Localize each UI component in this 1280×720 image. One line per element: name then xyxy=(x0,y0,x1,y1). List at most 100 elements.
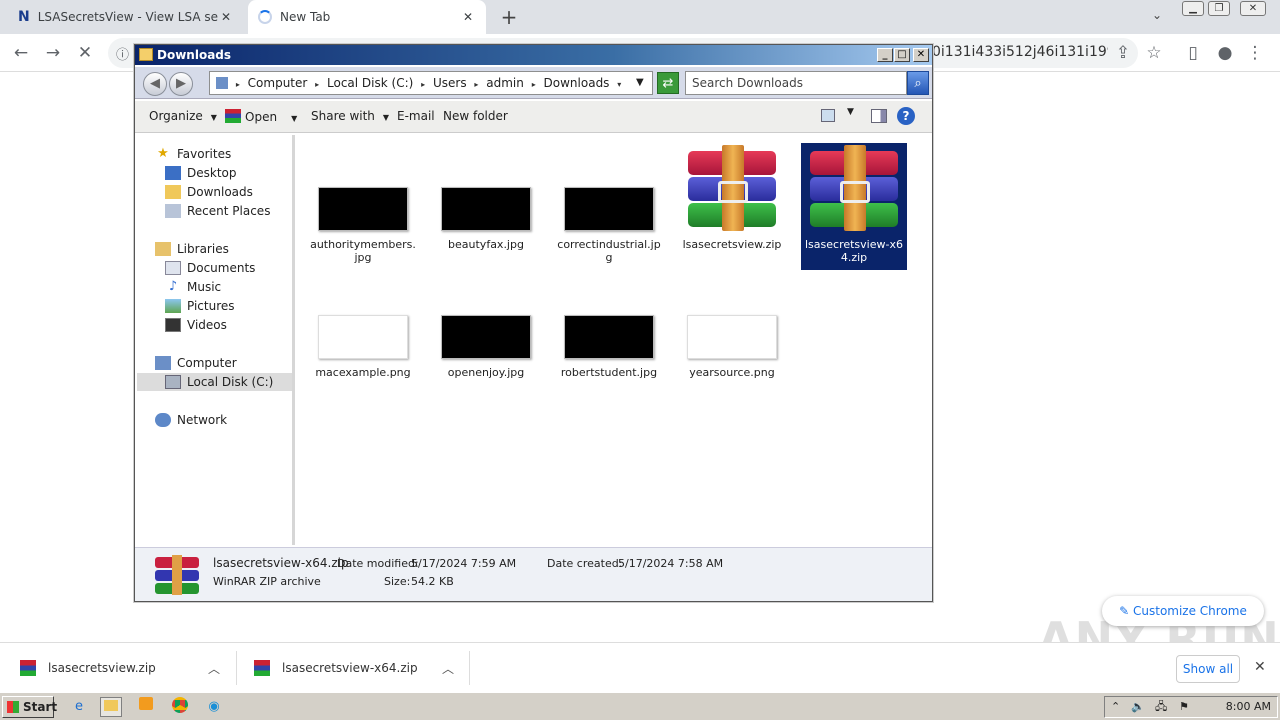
breadcrumb-computer[interactable]: Computer xyxy=(248,76,308,90)
minimize-window-button[interactable]: ▁ xyxy=(1182,1,1204,16)
file-item[interactable]: correctindustrial.jpg xyxy=(554,187,664,265)
tab-new-tab[interactable]: New Tab ✕ xyxy=(248,0,486,34)
chevron-right-icon[interactable]: ▸ xyxy=(421,80,425,89)
preview-pane-icon[interactable] xyxy=(871,109,887,123)
close-button[interactable]: ✕ xyxy=(913,48,929,62)
address-bar[interactable]: ▸ Computer ▸ Local Disk (C:) ▸ Users ▸ a… xyxy=(209,71,653,95)
explorer-title-bar[interactable]: Downloads _ □ ✕ xyxy=(135,45,932,65)
email-button[interactable]: E-mail xyxy=(397,109,435,123)
image-thumbnail xyxy=(441,187,531,231)
help-icon[interactable]: ? xyxy=(897,107,915,125)
file-item[interactable]: lsasecretsview.zip xyxy=(677,145,787,252)
close-downloads-bar-icon[interactable]: ✕ xyxy=(1254,659,1266,675)
internet-explorer-icon[interactable]: e xyxy=(68,697,90,717)
open-button[interactable]: Open ▼ xyxy=(225,109,297,124)
nav-favorites[interactable]: ★ Favorites xyxy=(155,145,231,163)
close-window-button[interactable]: ✕ xyxy=(1240,1,1266,16)
forward-icon[interactable]: → xyxy=(42,42,64,64)
nav-libraries[interactable]: Libraries xyxy=(155,240,229,258)
restore-window-button[interactable]: ❐ xyxy=(1208,1,1230,16)
system-tray: ⌃ 🔈 🖧 ⚑ 8:00 AM xyxy=(1104,696,1278,718)
chevron-up-icon[interactable]: ︿ xyxy=(442,660,454,677)
winrar-icon xyxy=(20,660,36,676)
detail-modified-label: Date modified: xyxy=(337,557,419,570)
show-hidden-icons-icon[interactable]: ⌃ xyxy=(1111,697,1120,717)
file-item[interactable]: openenjoy.jpg xyxy=(431,315,541,380)
customize-chrome-button[interactable]: ✎ Customize Chrome xyxy=(1102,596,1264,626)
side-panel-icon[interactable]: ▯ xyxy=(1182,42,1204,64)
nav-local-disk[interactable]: Local Disk (C:) xyxy=(137,373,292,391)
nav-computer[interactable]: Computer xyxy=(155,354,237,372)
show-all-downloads-button[interactable]: Show all xyxy=(1176,655,1240,683)
stop-loading-icon[interactable]: ✕ xyxy=(74,42,96,64)
chevron-down-icon[interactable]: ▼ xyxy=(847,107,854,117)
chevron-right-icon[interactable]: ▸ xyxy=(315,80,319,89)
bookmark-star-icon[interactable]: ☆ xyxy=(1143,42,1165,64)
divider xyxy=(236,651,237,685)
back-button[interactable]: ◀ xyxy=(143,72,167,96)
breadcrumb-users[interactable]: Users xyxy=(433,76,467,90)
maximize-button[interactable]: □ xyxy=(894,48,910,62)
chevron-up-icon[interactable]: ︿ xyxy=(208,660,220,677)
nav-recent-places[interactable]: Recent Places xyxy=(165,202,270,220)
explorer-taskbar-icon[interactable] xyxy=(100,697,122,717)
chevron-right-icon[interactable]: ▸ xyxy=(532,80,536,89)
nav-desktop[interactable]: Desktop xyxy=(165,164,237,182)
file-item[interactable]: robertstudent.jpg xyxy=(554,315,664,380)
chevron-down-icon[interactable]: ▾ xyxy=(617,80,621,89)
nav-videos[interactable]: Videos xyxy=(165,316,227,334)
organize-button[interactable]: Organize ▼ xyxy=(149,109,217,123)
tab-lsasecretsview[interactable]: N LSASecretsView - View LSA secrets s ✕ xyxy=(8,0,244,34)
close-tab-icon[interactable]: ✕ xyxy=(218,10,234,24)
search-icon[interactable]: ⌕ xyxy=(907,71,929,95)
share-with-button[interactable]: Share with ▼ xyxy=(311,109,389,123)
organize-label: Organize xyxy=(149,109,203,123)
change-view-icon[interactable] xyxy=(821,109,835,122)
edge-icon[interactable]: ◉ xyxy=(203,697,225,717)
chevron-right-icon[interactable]: ▸ xyxy=(236,80,240,89)
start-button[interactable]: Start xyxy=(2,696,57,718)
nav-label: Favorites xyxy=(177,147,232,161)
file-item[interactable]: authoritymembers.jpg xyxy=(308,187,418,265)
download-item[interactable]: lsasecretsview-x64.zip ︿ xyxy=(254,643,454,693)
search-input[interactable]: Search Downloads xyxy=(685,71,907,95)
share-with-label: Share with xyxy=(311,109,375,123)
file-item[interactable]: macexample.png xyxy=(308,315,418,380)
new-folder-button[interactable]: New folder xyxy=(443,109,508,123)
file-name: openenjoy.jpg xyxy=(447,366,525,379)
breadcrumb-downloads[interactable]: Downloads xyxy=(544,76,610,90)
file-item-selected[interactable]: lsasecretsview-x64.zip xyxy=(801,143,907,270)
action-center-flag-icon[interactable]: ⚑ xyxy=(1179,697,1189,717)
address-history-dropdown-icon[interactable]: ▼ xyxy=(636,72,644,94)
clock[interactable]: 8:00 AM xyxy=(1226,697,1271,717)
profile-avatar-icon[interactable]: ● xyxy=(1214,42,1236,64)
chrome-menu-icon[interactable]: ⋮ xyxy=(1244,42,1266,64)
volume-icon[interactable]: 🔈 xyxy=(1131,697,1145,717)
download-item[interactable]: lsasecretsview.zip ︿ xyxy=(20,643,220,693)
site-info-icon[interactable]: ⓘ xyxy=(116,44,129,63)
nav-documents[interactable]: Documents xyxy=(165,259,255,277)
back-icon[interactable]: ← xyxy=(10,42,32,64)
close-tab-icon[interactable]: ✕ xyxy=(460,10,476,24)
media-player-icon[interactable] xyxy=(135,697,157,717)
breadcrumb-local-disk[interactable]: Local Disk (C:) xyxy=(327,76,413,90)
network-icon[interactable]: 🖧 xyxy=(1155,697,1167,717)
file-item[interactable]: beautyfax.jpg xyxy=(431,187,541,252)
minimize-button[interactable]: _ xyxy=(877,48,893,62)
refresh-icon[interactable]: ⇄ xyxy=(657,72,679,94)
share-icon[interactable]: ⇪ xyxy=(1112,42,1134,64)
tab-search-button[interactable]: ⌄ xyxy=(1152,8,1162,22)
chrome-taskbar-icon[interactable] xyxy=(169,697,191,717)
nav-network[interactable]: Network xyxy=(155,411,227,429)
nav-pictures[interactable]: Pictures xyxy=(165,297,235,315)
windows-taskbar: Start e ◉ ⌃ 🔈 🖧 ⚑ 8:00 AM xyxy=(0,692,1280,720)
chevron-right-icon[interactable]: ▸ xyxy=(474,80,478,89)
recent-places-icon xyxy=(165,204,181,218)
new-tab-button[interactable]: + xyxy=(498,6,520,28)
nav-music[interactable]: ♪ Music xyxy=(165,278,221,296)
url-text[interactable]: 0i131i433i512j46i131i199... xyxy=(932,44,1108,60)
nav-downloads[interactable]: Downloads xyxy=(165,183,253,201)
forward-button[interactable]: ▶ xyxy=(169,72,193,96)
file-item[interactable]: yearsource.png xyxy=(677,315,787,380)
breadcrumb-admin[interactable]: admin xyxy=(486,76,524,90)
